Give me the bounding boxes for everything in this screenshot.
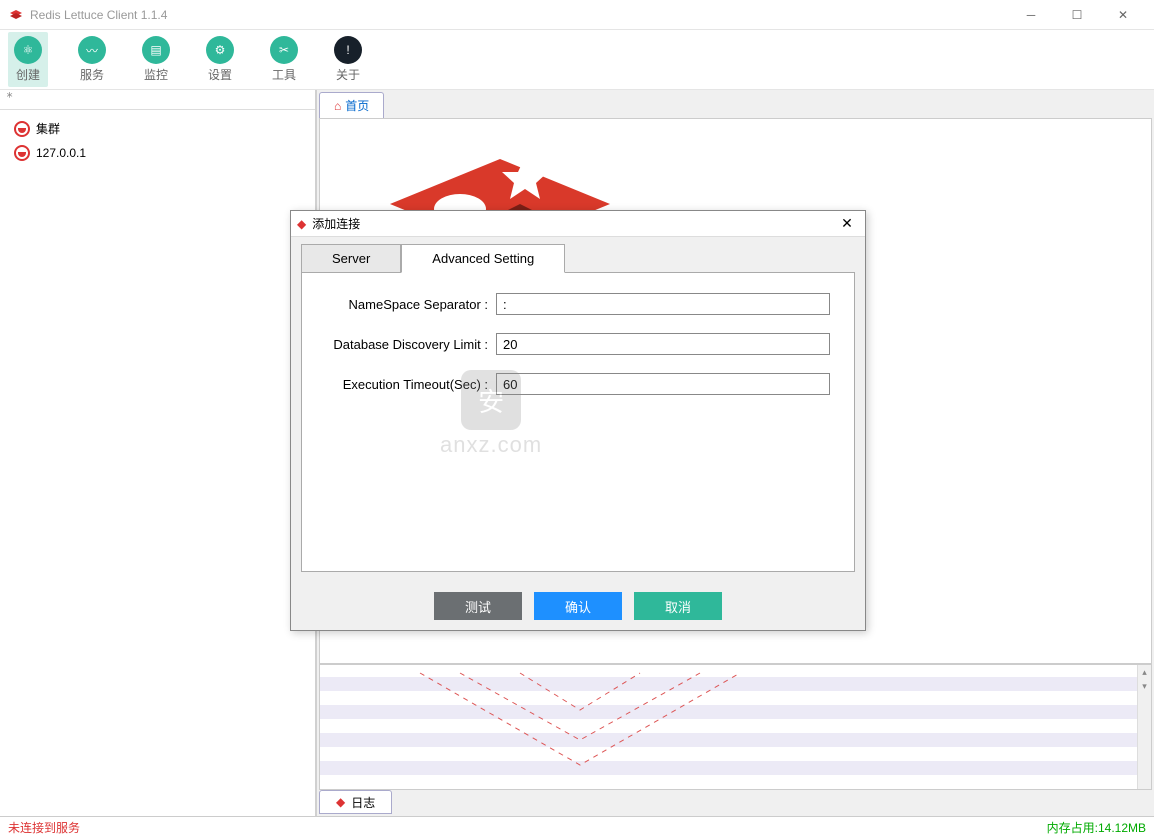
scroll-up-icon[interactable]: ▴ [1138,665,1151,679]
node-icon [14,121,30,137]
dialog-close-button[interactable]: ✕ [835,215,859,232]
node-icon [14,145,30,161]
tree-item-label: 127.0.0.1 [36,146,86,160]
execution-timeout-label: Execution Timeout(Sec) : [326,377,496,392]
add-connection-dialog: ◆ 添加连接 ✕ Server Advanced Setting NameSpa… [290,210,866,631]
toolbar-label: 创建 [16,66,40,83]
cube-icon: ◆ [297,217,306,231]
status-connection: 未连接到服务 [8,819,1047,836]
sidebar: * 集群 127.0.0.1 [0,90,317,816]
toolbar-icon: ▤ [142,36,170,64]
dialog-tabs: Server Advanced Setting [291,237,865,272]
tab-log[interactable]: ◆ 日志 [319,790,392,814]
database-discovery-limit-label: Database Discovery Limit : [326,337,496,352]
scroll-down-icon[interactable]: ▾ [1138,679,1151,693]
tab-strip: ⌂ 首页 [319,92,1152,118]
tab-advanced-setting[interactable]: Advanced Setting [401,244,565,273]
toolbar-label: 关于 [336,66,360,83]
scrollbar[interactable]: ▴ ▾ [1137,665,1151,789]
status-memory: 内存占用:14.12MB [1047,819,1146,836]
log-tab-strip: ◆ 日志 [319,790,1152,814]
close-button[interactable]: ✕ [1100,0,1146,30]
tab-home[interactable]: ⌂ 首页 [319,92,384,118]
dialog-buttons: 测试 确认 取消 [291,582,865,630]
toolbar-icon: ⚙ [206,36,234,64]
tab-home-label: 首页 [345,97,369,114]
namespace-separator-label: NameSpace Separator : [326,297,496,312]
toolbar-item-2[interactable]: ▤ 监控 [136,32,176,87]
tree-item-1[interactable]: 127.0.0.1 [0,141,315,165]
wave-area: ▴ ▾ [319,664,1152,790]
toolbar-item-1[interactable]: 〰服务 [72,32,112,87]
toolbar: ⚛ 创建 〰服务 ▤ 监控 ⚙ 设置 ✂ 工具! 关于 [0,30,1154,90]
statusbar: 未连接到服务 内存占用:14.12MB [0,816,1154,838]
toolbar-item-5[interactable]: ! 关于 [328,32,368,87]
tree-item-label: 集群 [36,120,60,137]
maximize-button[interactable]: ☐ [1054,0,1100,30]
execution-timeout-input[interactable] [496,373,830,395]
toolbar-icon: ✂ [270,36,298,64]
toolbar-icon: ⚛ [14,36,42,64]
toolbar-item-0[interactable]: ⚛ 创建 [8,32,48,87]
database-discovery-limit-input[interactable] [496,333,830,355]
window-title: Redis Lettuce Client 1.1.4 [30,8,1008,22]
titlebar: Redis Lettuce Client 1.1.4 ─ ☐ ✕ [0,0,1154,30]
namespace-separator-input[interactable] [496,293,830,315]
cube-icon: ◆ [336,795,345,809]
toolbar-item-4[interactable]: ✂ 工具 [264,32,304,87]
lower-panel: ▴ ▾ ◆ 日志 [319,664,1152,814]
tree-item-0[interactable]: 集群 [0,116,315,141]
dialog-titlebar: ◆ 添加连接 ✕ [291,211,865,237]
toolbar-label: 服务 [80,66,104,83]
toolbar-item-3[interactable]: ⚙ 设置 [200,32,240,87]
toolbar-icon: ! [334,36,362,64]
tab-server[interactable]: Server [301,244,401,273]
confirm-button[interactable]: 确认 [534,592,622,620]
cancel-button[interactable]: 取消 [634,592,722,620]
toolbar-icon: 〰 [78,36,106,64]
toolbar-label: 工具 [272,66,296,83]
toolbar-label: 设置 [208,66,232,83]
home-icon: ⌂ [334,99,341,113]
dialog-title: 添加连接 [312,215,835,232]
app-icon [8,7,24,23]
filter-input[interactable]: * [0,90,315,110]
minimize-button[interactable]: ─ [1008,0,1054,30]
dialog-body: NameSpace Separator : Database Discovery… [301,272,855,572]
connection-tree: 集群 127.0.0.1 [0,110,315,171]
test-button[interactable]: 测试 [434,592,522,620]
tab-log-label: 日志 [351,794,375,811]
toolbar-label: 监控 [144,66,168,83]
